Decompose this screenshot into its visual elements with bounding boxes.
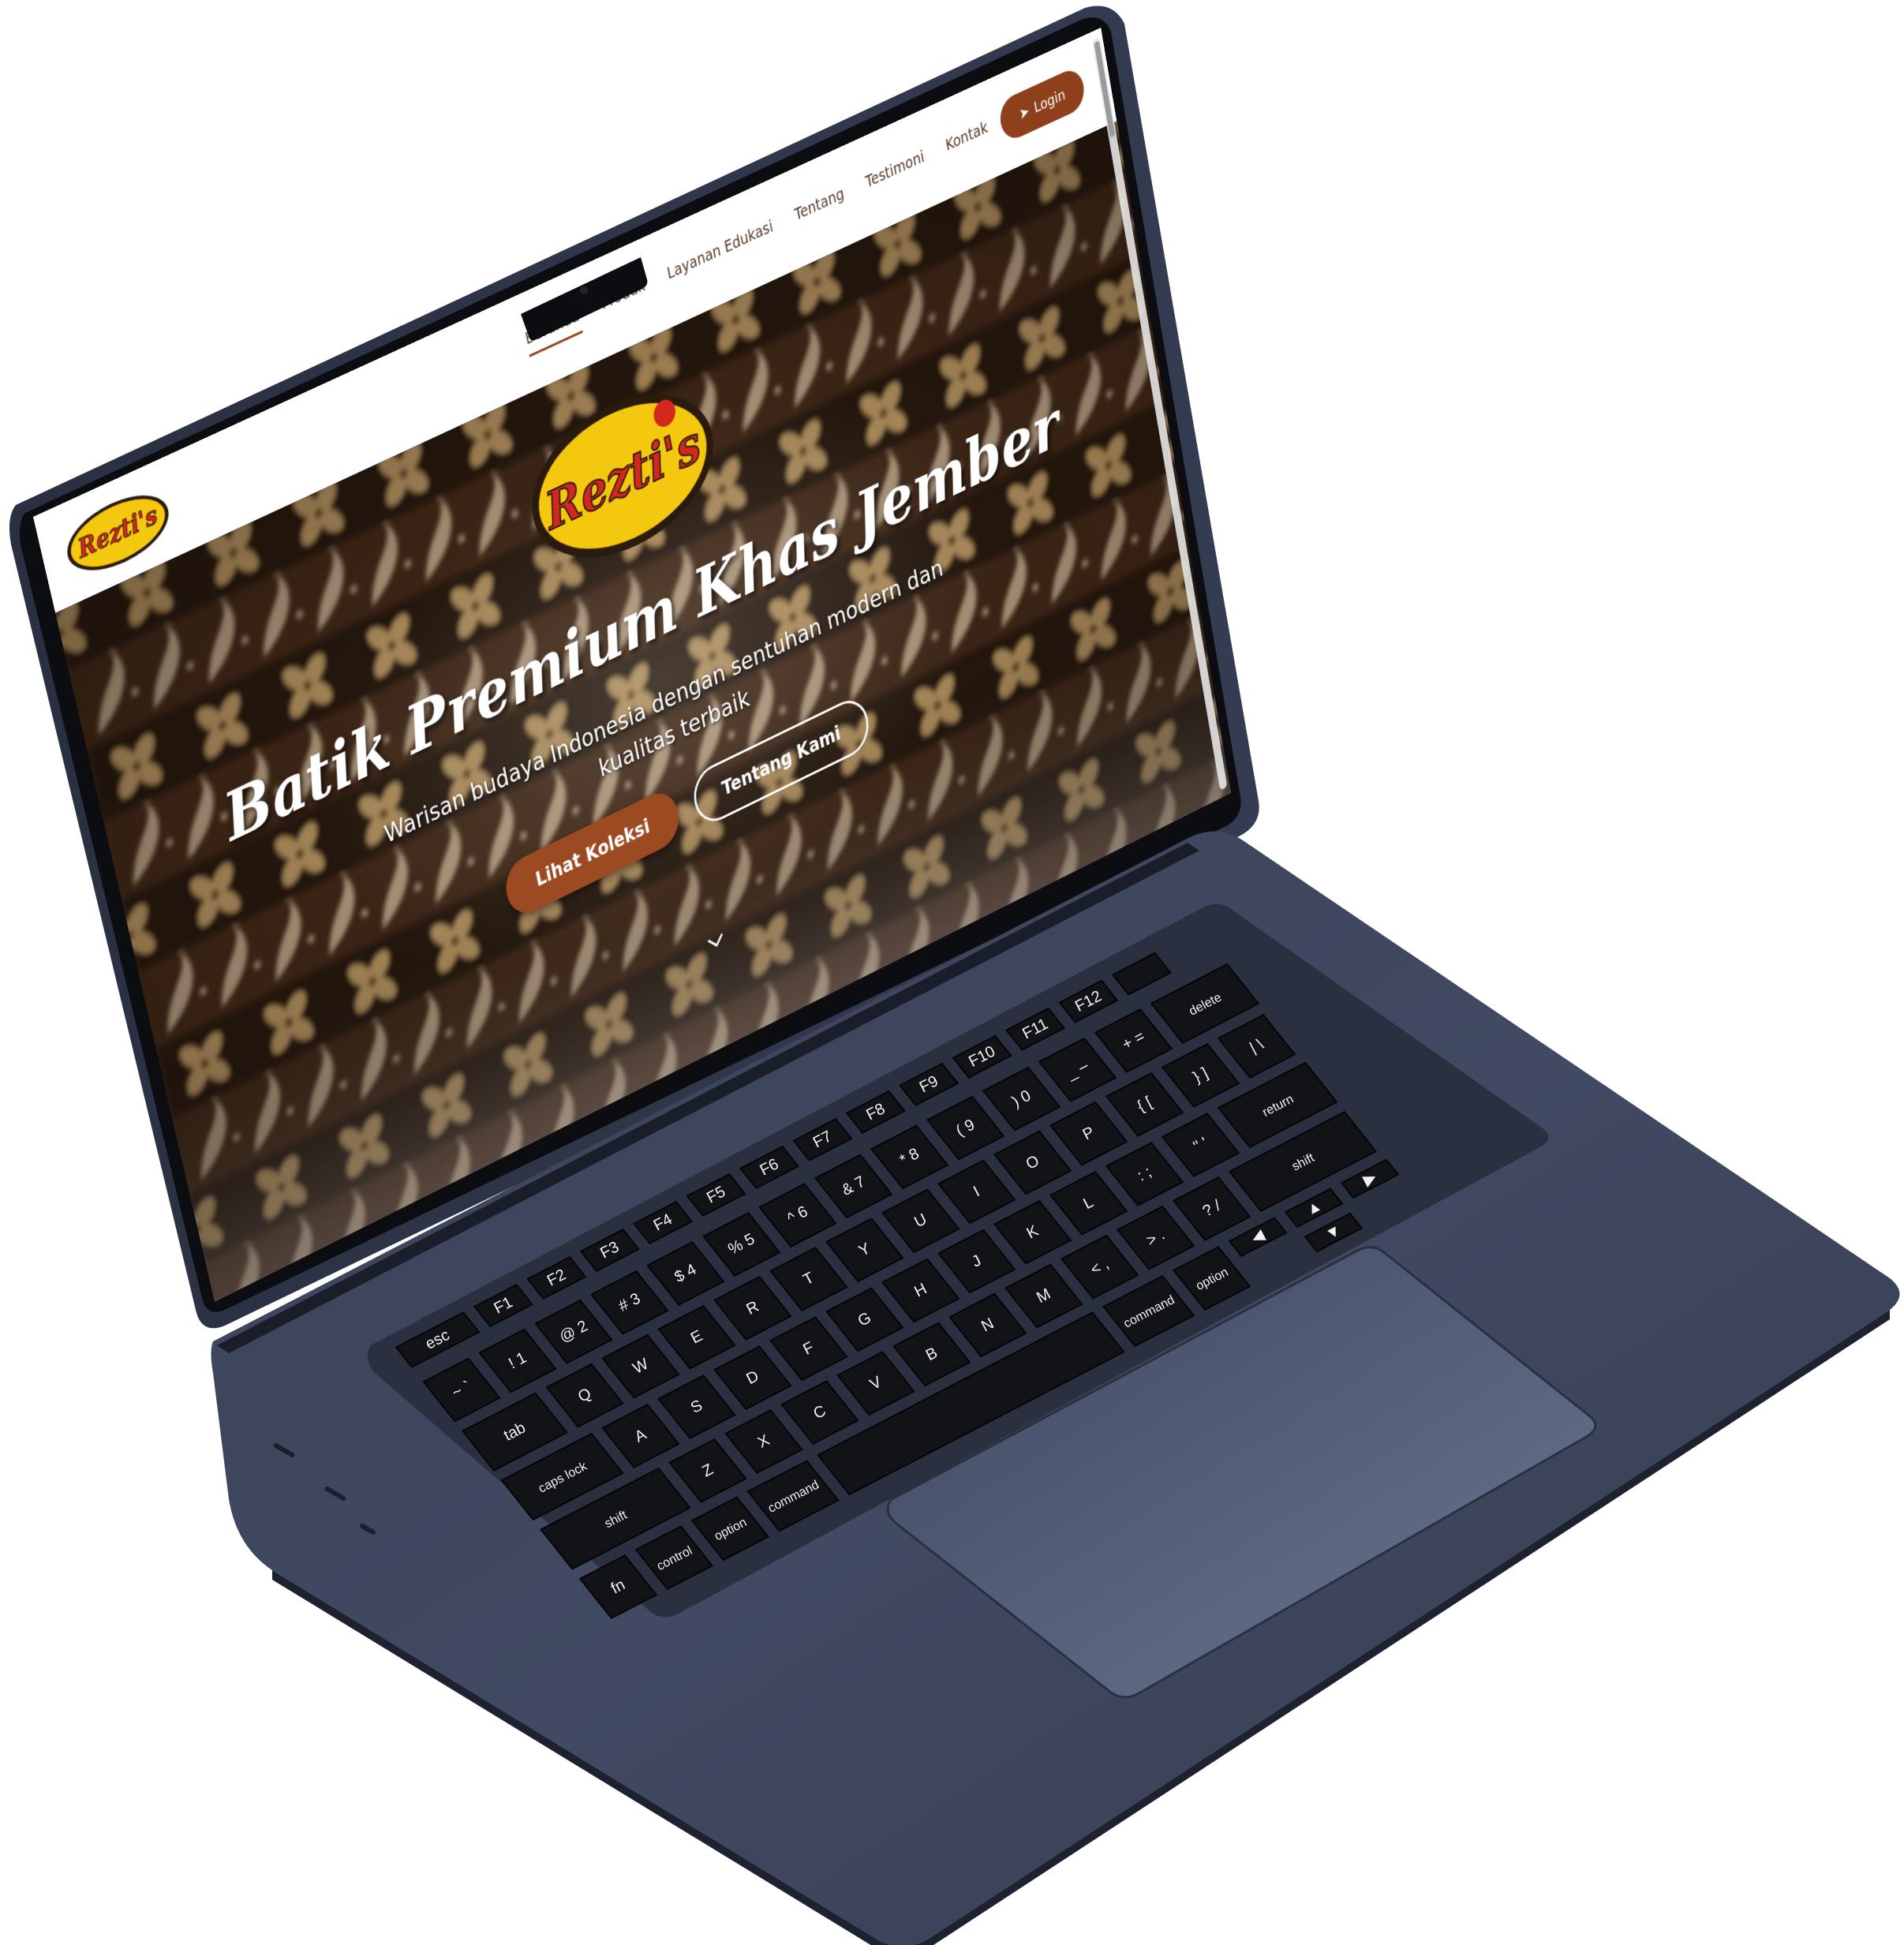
- laptop-mockup-scene: esc F1 F2 F3 F4 F5 F6 F7 F8 F9 F10 F11 F12 ~ `! 1 @ 2 #…: [0, 0, 1904, 1945]
- camera-notch: [521, 257, 648, 341]
